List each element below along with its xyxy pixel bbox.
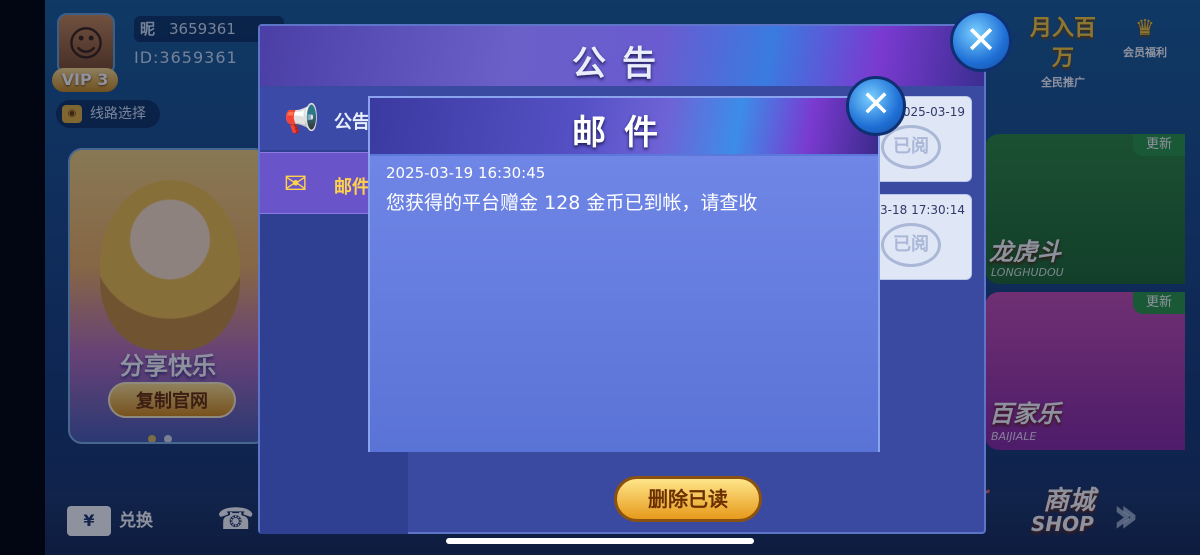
mail-close-icon[interactable]: ✕ — [846, 76, 906, 136]
game-name: 龙虎斗 — [989, 238, 1061, 266]
mail-body: 2025-03-19 16:30:45 您获得的平台赠金 128 金币已到帐，请… — [370, 156, 878, 452]
read-stamp: 已阅 — [881, 223, 941, 267]
game-subtitle: LONGHUDOU — [991, 266, 1064, 279]
nickname-label: 昵 — [140, 20, 156, 38]
exchange-label: 兑换 — [119, 511, 153, 531]
left-black-strip — [0, 0, 45, 555]
promotion-icon: 月入百万 — [1030, 16, 1097, 71]
member-benefit-entry[interactable]: ♛ 会员福利 — [1112, 14, 1178, 60]
promo-card[interactable]: 分享快乐 复制官网 — [68, 148, 268, 444]
carousel-dots — [148, 428, 180, 442]
mail-header: 邮件 — [370, 98, 878, 154]
nickname-value: 3659361 — [169, 20, 236, 38]
game-subtitle: BAIJIALE — [991, 430, 1037, 443]
envelope-icon: ✉ — [284, 167, 308, 200]
promo-character-image — [100, 180, 240, 350]
tab-mail-label: 邮件 — [334, 177, 370, 198]
carousel-dot-active[interactable] — [148, 435, 156, 442]
vip-badge: VIP 3 — [52, 68, 118, 92]
player-id: ID:3659361 — [134, 48, 238, 67]
update-badge: 更新 — [1133, 134, 1185, 156]
mail-detail-content: 您获得的平台赠金 128 金币已到帐，请查收 — [386, 192, 758, 214]
promo-title: 分享快乐 — [120, 352, 216, 380]
megaphone-icon: 📢 — [284, 102, 319, 135]
game-name: 百家乐 — [989, 400, 1061, 428]
mail-detail-popup: 邮件 2025-03-19 16:30:45 您获得的平台赠金 128 金币已到… — [368, 96, 880, 452]
exchange-button[interactable]: ¥ 兑换 — [67, 506, 153, 536]
tab-announcement-label: 公告 — [334, 112, 370, 133]
mail-title: 邮件 — [572, 113, 676, 153]
mail-detail-time: 2025-03-19 16:30:45 — [386, 164, 546, 182]
crown-icon: ♛ — [1135, 16, 1155, 41]
route-select-button[interactable]: ◉ 线路选择 — [56, 100, 160, 128]
route-icon: ◉ — [62, 105, 82, 123]
promotion-label: 全民推广 — [1041, 76, 1085, 89]
route-select-label: 线路选择 — [90, 106, 146, 122]
home-indicator[interactable] — [446, 538, 754, 544]
copy-website-button[interactable]: 复制官网 — [108, 382, 236, 418]
member-benefit-label: 会员福利 — [1123, 46, 1167, 59]
more-chevron-icon[interactable]: ›› — [1112, 486, 1139, 544]
exchange-icon: ¥ — [67, 506, 111, 536]
update-badge: 更新 — [1133, 292, 1185, 314]
game-card-baijiale[interactable]: 更新 百家乐 BAIJIALE — [985, 292, 1185, 450]
carousel-dot[interactable] — [164, 435, 172, 442]
notice-close-icon[interactable]: ✕ — [950, 10, 1012, 72]
promotion-entry[interactable]: 月入百万 全民推广 — [1030, 14, 1096, 90]
phone-icon[interactable]: ☎ — [217, 502, 254, 537]
game-card-longhudou[interactable]: 更新 龙虎斗 LONGHUDOU — [985, 134, 1185, 284]
delete-read-button[interactable]: 删除已读 — [614, 476, 762, 522]
shop-label-en: SHOP — [1031, 512, 1094, 536]
avatar[interactable]: ☺ — [57, 13, 115, 75]
